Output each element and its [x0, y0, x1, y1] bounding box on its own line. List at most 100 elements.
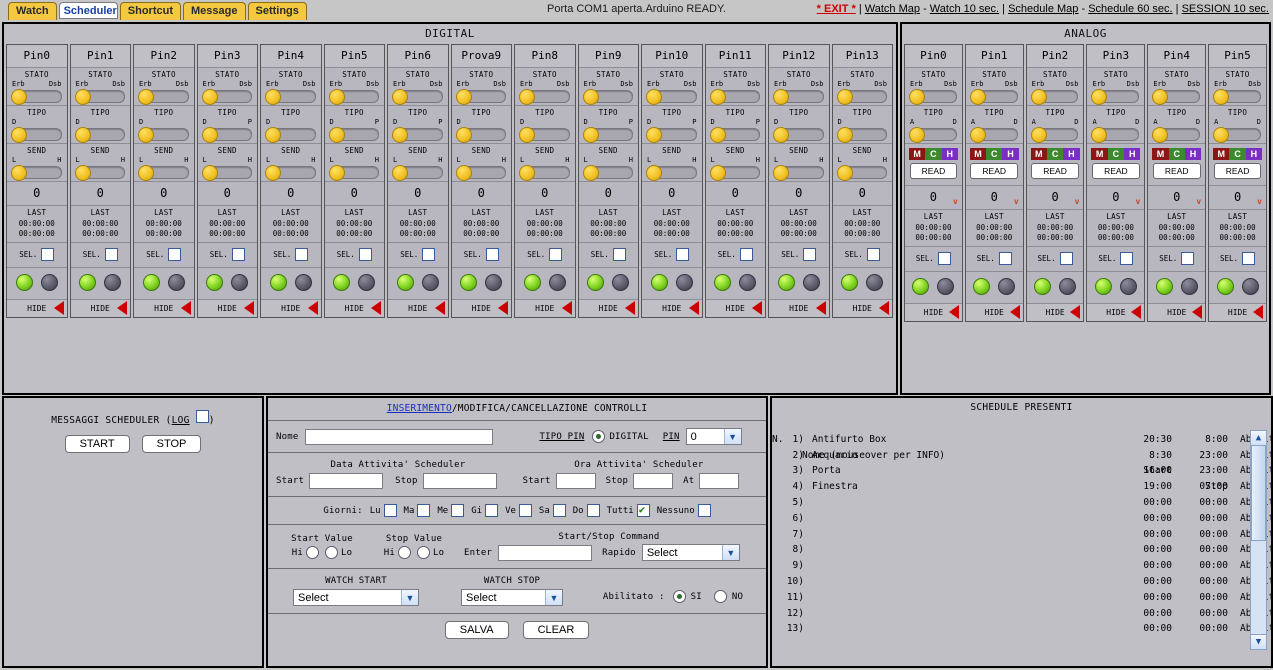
- analog-pin-5-value-caret-icon[interactable]: v: [1257, 197, 1262, 206]
- schedule-row[interactable]: 6)00:0000:00AbilitatoCM: [778, 511, 1271, 527]
- digital-pin-7-hide-button[interactable]: HIDE: [452, 300, 512, 317]
- analog-pin-1-tipo-slider[interactable]: AD: [971, 118, 1018, 140]
- analog-pin-0-hide-button[interactable]: HIDE: [905, 304, 962, 321]
- analog-pin-0-badge-h[interactable]: H: [942, 148, 958, 160]
- abilitato-si-radio[interactable]: [673, 590, 686, 603]
- abilitato-no-radio[interactable]: [714, 590, 727, 603]
- digital-pin-9-tipo-slider-knob[interactable]: [583, 127, 599, 143]
- analog-pin-5-sel-checkbox[interactable]: [1242, 252, 1255, 265]
- ora-at-input[interactable]: [699, 473, 739, 489]
- schedule-row[interactable]: 11)00:0000:00AbilitatoCM: [778, 590, 1271, 606]
- digital-pin-13-tipo-slider[interactable]: D: [838, 118, 888, 140]
- digital-pin-10-led-on[interactable]: [651, 274, 668, 291]
- analog-pin-0-stato-slider-knob[interactable]: [909, 89, 925, 105]
- analog-pin-0-badge-m[interactable]: M: [909, 148, 925, 160]
- inserimento-link[interactable]: INSERIMENTO: [387, 403, 452, 414]
- digital-pin-0-led-off[interactable]: [41, 274, 58, 291]
- schedule-row[interactable]: 9)00:0000:00AbilitatoCM: [778, 558, 1271, 574]
- digital-pin-9-hide-button[interactable]: HIDE: [579, 300, 639, 317]
- digital-pin-5-send-slider[interactable]: LH: [330, 156, 380, 178]
- watch-10-sec-link[interactable]: Watch 10 sec.: [930, 3, 999, 15]
- digital-pin-13-send-slider-knob[interactable]: [837, 165, 853, 181]
- analog-pin-0-value-caret-icon[interactable]: v: [953, 197, 958, 206]
- digital-pin-7-send-slider-knob[interactable]: [456, 165, 472, 181]
- nome-input[interactable]: [305, 429, 493, 445]
- digital-pin-0-stato-slider-knob[interactable]: [11, 89, 27, 105]
- digital-pin-7-sel-checkbox[interactable]: [486, 248, 499, 261]
- analog-pin-1-hide-button[interactable]: HIDE: [966, 304, 1023, 321]
- analog-pin-4-badge-m[interactable]: M: [1152, 148, 1168, 160]
- analog-pin-4-sel-checkbox[interactable]: [1181, 252, 1194, 265]
- analog-pin-4-badge-c[interactable]: C: [1169, 148, 1185, 160]
- exit-link[interactable]: * EXIT *: [817, 3, 856, 15]
- analog-pin-3-badge-h[interactable]: H: [1124, 148, 1140, 160]
- analog-pin-4-hide-button[interactable]: HIDE: [1148, 304, 1205, 321]
- digital-pin-5-stato-slider-knob[interactable]: [329, 89, 345, 105]
- digital-pin-13-led-on[interactable]: [841, 274, 858, 291]
- log-link[interactable]: LOG: [172, 415, 190, 426]
- digital-pin-1-sel-checkbox[interactable]: [105, 248, 118, 261]
- analog-pin-1-badge-h[interactable]: H: [1002, 148, 1018, 160]
- digital-pin-11-led-on[interactable]: [714, 274, 731, 291]
- digital-pin-11-send-slider[interactable]: LH: [711, 156, 761, 178]
- schedule-row[interactable]: 1)Antifurto Box20:308:00AbilitatoCM: [778, 432, 1271, 448]
- schedule-row[interactable]: 5)00:0000:00AbilitatoCM: [778, 495, 1271, 511]
- digital-pin-3-led-on[interactable]: [206, 274, 223, 291]
- clear-button[interactable]: CLEAR: [523, 621, 590, 639]
- digital-pin-6-led-on[interactable]: [397, 274, 414, 291]
- digital-pin-4-led-on[interactable]: [270, 274, 287, 291]
- digital-pin-1-tipo-slider-knob[interactable]: [75, 127, 91, 143]
- analog-pin-2-tipo-slider[interactable]: AD: [1032, 118, 1079, 140]
- analog-pin-2-hide-button[interactable]: HIDE: [1027, 304, 1084, 321]
- analog-pin-0-sel-checkbox[interactable]: [938, 252, 951, 265]
- digital-pin-10-led-off[interactable]: [676, 274, 693, 291]
- analog-pin-0-stato-slider[interactable]: ErbDsb: [910, 80, 957, 102]
- start-value-hi-radio[interactable]: [306, 546, 319, 559]
- digital-pin-0-send-slider-knob[interactable]: [11, 165, 27, 181]
- salva-button[interactable]: SALVA: [445, 621, 509, 639]
- digital-pin-8-sel-checkbox[interactable]: [549, 248, 562, 261]
- analog-pin-5-badge-m[interactable]: M: [1213, 148, 1229, 160]
- analog-pin-5-read-button[interactable]: READ: [1214, 163, 1262, 179]
- digital-pin-8-led-off[interactable]: [549, 274, 566, 291]
- digital-pin-4-led-off[interactable]: [295, 274, 312, 291]
- digital-pin-5-led-off[interactable]: [358, 274, 375, 291]
- digital-pin-9-led-on[interactable]: [587, 274, 604, 291]
- digital-pin-1-tipo-slider[interactable]: D: [76, 118, 126, 140]
- digital-pin-10-stato-slider-knob[interactable]: [646, 89, 662, 105]
- rapido-select[interactable]: Select ▼: [642, 544, 740, 561]
- schedule-row[interactable]: 10)00:0000:00AbilitatoCM: [778, 574, 1271, 590]
- digital-pin-12-hide-button[interactable]: HIDE: [769, 300, 829, 317]
- digital-pin-6-hide-button[interactable]: HIDE: [388, 300, 448, 317]
- data-start-input[interactable]: [309, 473, 383, 489]
- analog-pin-5-led-off[interactable]: [1242, 278, 1259, 295]
- digital-pin-2-stato-slider-knob[interactable]: [138, 89, 154, 105]
- digital-pin-11-tipo-slider[interactable]: DP: [711, 118, 761, 140]
- analog-pin-3-tipo-slider[interactable]: AD: [1092, 118, 1139, 140]
- digital-pin-6-led-off[interactable]: [422, 274, 439, 291]
- digital-pin-13-stato-slider-knob[interactable]: [837, 89, 853, 105]
- digital-pin-4-hide-button[interactable]: HIDE: [261, 300, 321, 317]
- digital-pin-7-tipo-slider[interactable]: D: [457, 118, 507, 140]
- digital-pin-4-stato-slider-knob[interactable]: [265, 89, 281, 105]
- watch-map-link[interactable]: Watch Map: [865, 3, 920, 15]
- digital-pin-9-stato-slider[interactable]: ErbDsb: [584, 80, 634, 102]
- schedules-scrollbar[interactable]: ▲ ▼: [1250, 430, 1267, 650]
- digital-pin-8-tipo-slider-knob[interactable]: [519, 127, 535, 143]
- digital-pin-11-tipo-slider-knob[interactable]: [710, 127, 726, 143]
- analog-pin-2-badge-c[interactable]: C: [1047, 148, 1063, 160]
- digital-pin-3-tipo-slider-knob[interactable]: [202, 127, 218, 143]
- digital-pin-12-led-on[interactable]: [778, 274, 795, 291]
- schedule-row[interactable]: 3)Porta16:0023:00AbilitatoCM: [778, 463, 1271, 479]
- analog-pin-3-hide-button[interactable]: HIDE: [1087, 304, 1144, 321]
- digital-pin-0-tipo-slider-knob[interactable]: [11, 127, 27, 143]
- digital-pin-0-led-on[interactable]: [16, 274, 33, 291]
- digital-pin-5-send-slider-knob[interactable]: [329, 165, 345, 181]
- digital-pin-6-tipo-slider[interactable]: DP: [393, 118, 443, 140]
- analog-pin-3-stato-slider[interactable]: ErbDsb: [1092, 80, 1139, 102]
- analog-pin-2-read-button[interactable]: READ: [1031, 163, 1079, 179]
- schedule-row[interactable]: 7)00:0000:00AbilitatoCM: [778, 527, 1271, 543]
- day-sa-checkbox[interactable]: [553, 504, 566, 517]
- digital-pin-8-send-slider-knob[interactable]: [519, 165, 535, 181]
- analog-pin-3-badge-m[interactable]: M: [1091, 148, 1107, 160]
